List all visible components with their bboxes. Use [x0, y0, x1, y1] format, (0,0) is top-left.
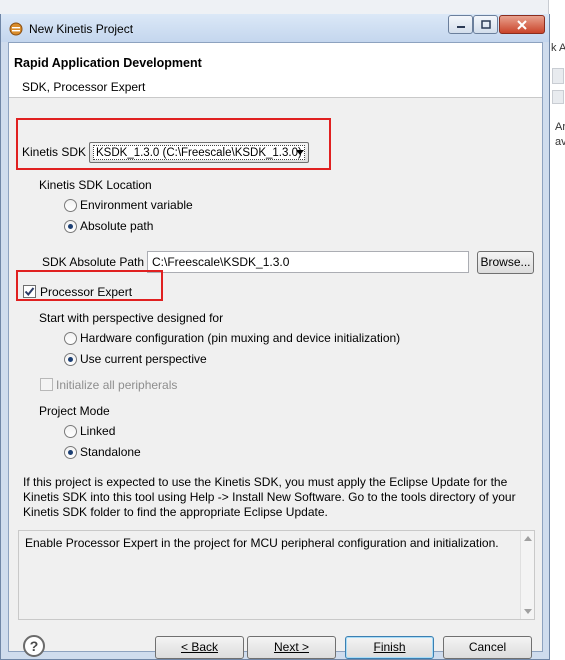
- scroll-down-arrow-icon[interactable]: [524, 609, 532, 614]
- processor-expert-checkbox[interactable]: [23, 285, 36, 298]
- window-title: New Kinetis Project: [29, 22, 134, 36]
- description-scrollbar[interactable]: [520, 531, 534, 619]
- radio-linked[interactable]: [64, 425, 77, 438]
- sdk-absolute-path-input[interactable]: C:\Freescale\KSDK_1.3.0: [147, 251, 469, 273]
- close-button[interactable]: [499, 15, 545, 34]
- background-scroll-stub: [552, 68, 564, 84]
- back-button[interactable]: < Back: [155, 636, 244, 659]
- wizard-header: Rapid Application Development SDK, Proce…: [9, 43, 542, 98]
- linked-label: Linked: [80, 424, 116, 438]
- use-current-perspective-label: Use current perspective: [80, 352, 207, 366]
- info-line: Kinetis SDK into this tool using Help ->…: [23, 490, 516, 504]
- sdk-location-label: Kinetis SDK Location: [39, 178, 152, 192]
- kinetis-sdk-dropdown[interactable]: KSDK_1.3.0 (C:\Freescale\KSDK_1.3.0): [89, 142, 309, 163]
- background-scroll-stub: [552, 90, 564, 104]
- page-subtitle: SDK, Processor Expert: [22, 80, 146, 94]
- page-title: Rapid Application Development: [14, 56, 202, 70]
- minimize-icon: [456, 25, 465, 28]
- info-line: Kinetis SDK folder to find the appropria…: [23, 505, 328, 519]
- cancel-button[interactable]: Cancel: [443, 636, 532, 659]
- sdk-absolute-path-label: SDK Absolute Path: [42, 255, 145, 269]
- radio-standalone[interactable]: [64, 446, 77, 459]
- kinetis-sdk-selected: KSDK_1.3.0 (C:\Freescale\KSDK_1.3.0): [93, 145, 305, 160]
- description-text: Enable Processor Expert in the project f…: [25, 536, 499, 550]
- background-window: k A Ar av: [548, 0, 565, 660]
- kinetis-sdk-label: Kinetis SDK: [22, 145, 87, 159]
- close-icon: [517, 19, 527, 30]
- next-button[interactable]: Next >: [247, 636, 336, 659]
- maximize-button[interactable]: [473, 15, 498, 34]
- initialize-peripherals-checkbox[interactable]: [40, 378, 53, 391]
- help-icon[interactable]: ?: [23, 635, 45, 657]
- radio-use-current-perspective[interactable]: [64, 353, 77, 366]
- back-label: < Back: [180, 640, 219, 654]
- maximize-icon: [480, 20, 491, 29]
- finish-label: Finish: [373, 640, 406, 654]
- chevron-down-icon: [296, 150, 304, 155]
- initialize-peripherals-label: Initialize all peripherals: [56, 378, 178, 392]
- finish-button[interactable]: Finish: [345, 636, 434, 659]
- sdk-info-text: If this project is expected to use the K…: [23, 475, 523, 520]
- processor-expert-label: Processor Expert: [40, 285, 133, 299]
- browse-button[interactable]: Browse...: [477, 251, 534, 274]
- next-label: Next >: [273, 640, 309, 654]
- absolute-path-label: Absolute path: [80, 219, 154, 233]
- perspective-label: Start with perspective designed for: [39, 311, 224, 325]
- scroll-up-arrow-icon[interactable]: [524, 536, 532, 541]
- dialog-body: Rapid Application Development SDK, Proce…: [8, 42, 543, 659]
- radio-hardware-configuration[interactable]: [64, 332, 77, 345]
- minimize-button[interactable]: [448, 15, 473, 34]
- radio-absolute-path[interactable]: [64, 220, 77, 233]
- project-mode-label: Project Mode: [39, 404, 110, 418]
- background-text: k A: [551, 42, 565, 54]
- radio-environment-variable[interactable]: [64, 199, 77, 212]
- dialog-window: New Kinetis Project Rapid Application De…: [0, 14, 550, 660]
- checkmark-icon: [24, 287, 35, 297]
- info-line: If this project is expected to use the K…: [23, 475, 508, 489]
- background-text: Ar: [555, 121, 565, 133]
- description-area: Enable Processor Expert in the project f…: [18, 530, 535, 620]
- environment-variable-label: Environment variable: [80, 198, 193, 212]
- title-bar: New Kinetis Project: [1, 14, 549, 42]
- background-text: av: [555, 136, 565, 148]
- standalone-label: Standalone: [80, 445, 141, 459]
- hardware-configuration-label: Hardware configuration (pin muxing and d…: [80, 331, 401, 345]
- eclipse-app-icon: [9, 22, 23, 36]
